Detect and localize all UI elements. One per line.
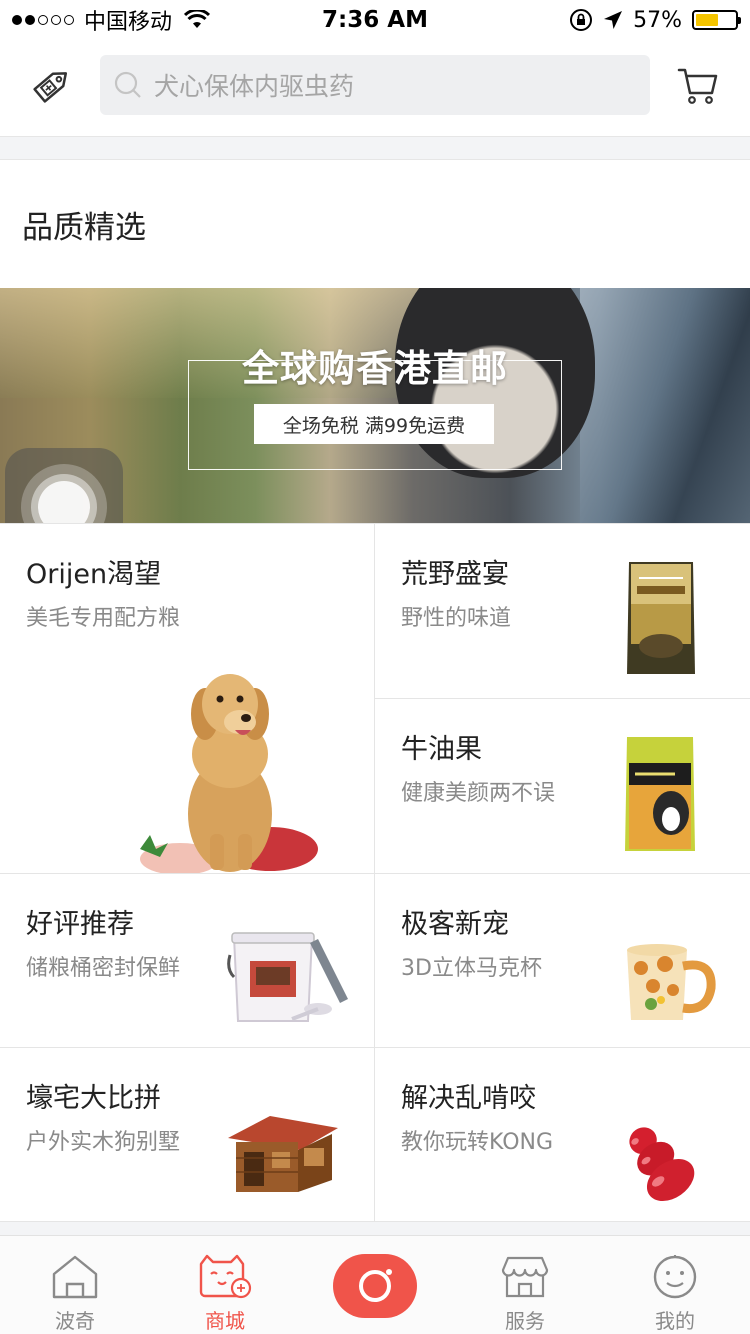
product-card-kong[interactable]: 解决乱啃咬 教你玩转KONG <box>375 1048 750 1222</box>
product-title: 壕宅大比拼 <box>26 1083 161 1114</box>
product-subtitle: 野性的味道 <box>401 606 512 631</box>
product-subtitle: 美毛专用配方粮 <box>26 606 181 631</box>
header: 犬心保体内驱虫药 <box>0 40 750 130</box>
status-right: 57% <box>438 7 741 33</box>
status-time: 7:36 AM <box>322 7 428 33</box>
rotation-lock-icon <box>569 8 593 32</box>
product-grid: Orijen渴望 美毛专用配方粮 荒野盛宴 野性的味道 牛油果 健康美颜两不误 … <box>0 523 750 1222</box>
signal-strength-icon <box>12 15 74 25</box>
price-tag-icon[interactable] <box>24 57 80 113</box>
camera-icon[interactable] <box>333 1254 417 1318</box>
product-subtitle: 储粮桶密封保鲜 <box>26 956 181 981</box>
tab-label: 波奇 <box>55 1309 95 1333</box>
battery-percent: 57% <box>633 7 682 33</box>
shopping-cart-icon[interactable] <box>670 57 726 113</box>
status-bar: 中国移动 7:36 AM 57% <box>0 0 750 40</box>
product-card-orijen[interactable]: Orijen渴望 美毛专用配方粮 <box>0 524 375 874</box>
product-subtitle: 教你玩转KONG <box>401 1130 554 1155</box>
tab-bar: 波奇 商城 服务 我的 <box>0 1235 750 1334</box>
giraffe-mug-image <box>621 942 717 1032</box>
product-title: 荒野盛宴 <box>401 559 509 590</box>
tab-camera[interactable] <box>300 1236 450 1334</box>
cat-shop-icon <box>197 1252 253 1301</box>
section-title: 品质精选 <box>22 209 146 246</box>
product-card-wild[interactable]: 荒野盛宴 野性的味道 <box>375 524 750 699</box>
food-storage-bucket-image <box>226 929 356 1033</box>
product-title: Orijen渴望 <box>26 559 162 590</box>
home-icon <box>50 1252 100 1301</box>
tab-label: 商城 <box>205 1309 245 1333</box>
dog-food-bag-image <box>623 733 697 859</box>
banner-car-window <box>580 288 750 523</box>
dog-food-bag-image <box>625 558 697 682</box>
tab-shop[interactable]: 商城 <box>150 1236 300 1334</box>
product-card-dog-house[interactable]: 壕宅大比拼 户外实木狗别墅 <box>0 1048 375 1222</box>
search-placeholder: 犬心保体内驱虫药 <box>154 72 355 101</box>
search-icon <box>112 69 144 101</box>
kong-toy-image <box>613 1114 703 1214</box>
product-title: 好评推荐 <box>26 909 134 940</box>
location-arrow-icon <box>603 10 623 30</box>
carrier-name: 中国移动 <box>84 10 173 35</box>
banner-title: 全球购香港直邮 <box>242 347 508 390</box>
search-input[interactable]: 犬心保体内驱虫药 <box>100 55 650 115</box>
smiley-face-icon <box>651 1252 699 1301</box>
tab-profile[interactable]: 我的 <box>600 1236 750 1334</box>
product-card-storage-bucket[interactable]: 好评推荐 储粮桶密封保鲜 <box>0 874 375 1048</box>
tab-service[interactable]: 服务 <box>450 1236 600 1334</box>
product-card-giraffe-mug[interactable]: 极客新宠 3D立体马克杯 <box>375 874 750 1048</box>
tab-home[interactable]: 波奇 <box>0 1236 150 1334</box>
status-left: 中国移动 <box>12 4 312 36</box>
tabbar-divider <box>0 1221 750 1235</box>
product-subtitle: 户外实木狗别墅 <box>26 1130 181 1155</box>
product-subtitle: 健康美颜两不误 <box>401 781 556 806</box>
banner-subtitle: 全场免税 满99免运费 <box>254 404 494 444</box>
product-title: 解决乱啃咬 <box>401 1083 536 1114</box>
product-card-avoderm[interactable]: 牛油果 健康美颜两不误 <box>375 699 750 874</box>
golden-retriever-image <box>120 644 350 873</box>
section-divider <box>0 136 750 160</box>
tab-label: 我的 <box>655 1309 695 1333</box>
battery-icon <box>692 10 741 30</box>
wifi-icon <box>184 10 211 30</box>
product-title: 极客新宠 <box>401 909 509 940</box>
product-title: 牛油果 <box>401 734 482 765</box>
wooden-dog-house-image <box>222 1108 344 1202</box>
battery-level-fill <box>696 14 718 26</box>
store-icon <box>500 1252 550 1301</box>
tab-label: 服务 <box>505 1309 545 1333</box>
product-subtitle: 3D立体马克杯 <box>401 956 542 981</box>
